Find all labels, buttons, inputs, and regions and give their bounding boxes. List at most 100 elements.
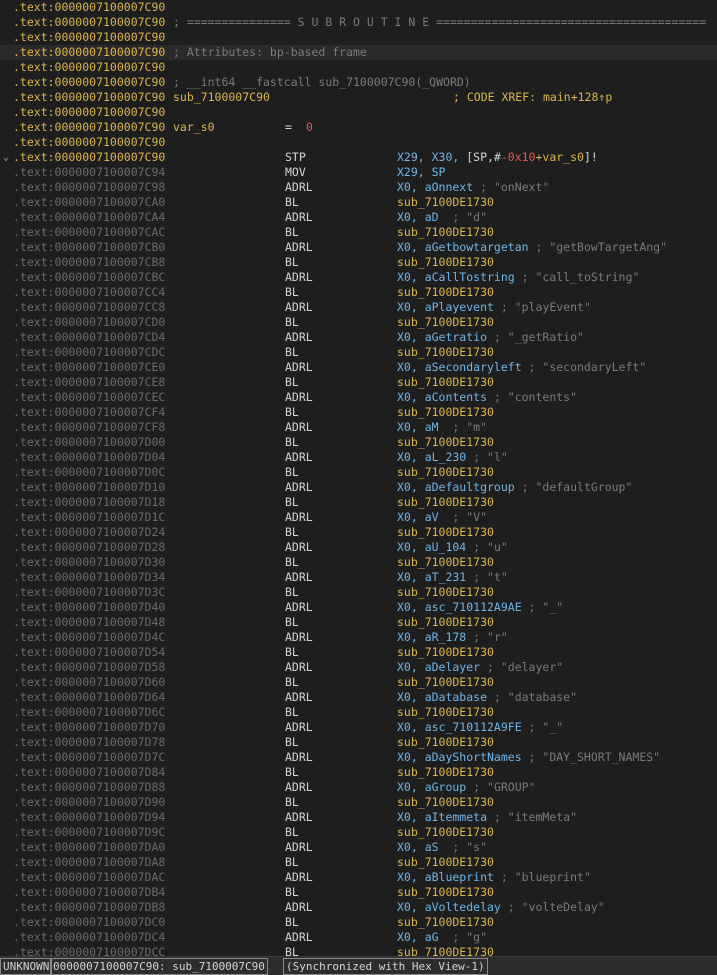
- code-xref[interactable]: ; CODE XREF: main+128↑p: [453, 90, 612, 105]
- listing-line[interactable]: .text:0000007100007DA0 ADRL X0, aS ; "s": [0, 840, 717, 855]
- call-target[interactable]: sub_7100DE1730: [397, 525, 494, 539]
- listing-line[interactable]: .text:0000007100007C90 ; __int64 __fastc…: [0, 75, 717, 90]
- listing-line[interactable]: .text:0000007100007DC0 BL sub_7100DE1730: [0, 915, 717, 930]
- listing-line[interactable]: .text:0000007100007DC4 ADRL X0, aG ; "g": [0, 930, 717, 945]
- call-target[interactable]: sub_7100DE1730: [397, 555, 494, 569]
- listing-line[interactable]: .text:0000007100007CA4 ADRL X0, aD ; "d": [0, 210, 717, 225]
- call-target[interactable]: sub_7100DE1730: [397, 705, 494, 719]
- stack-var-name[interactable]: var_s0: [173, 120, 215, 135]
- listing-line[interactable]: .text:0000007100007CD0 BL sub_7100DE1730: [0, 315, 717, 330]
- listing-line[interactable]: .text:0000007100007CE0 ADRL X0, aSecondary…: [0, 360, 717, 375]
- operand-register[interactable]: X0, aS: [397, 840, 439, 854]
- call-target[interactable]: sub_7100DE1730: [397, 735, 494, 749]
- operand-register[interactable]: X0, aGroup: [397, 780, 466, 794]
- listing-line[interactable]: .text:0000007100007D64 ADRL X0, aDatabase …: [0, 690, 717, 705]
- listing-line[interactable]: .text:0000007100007CC8 ADRL X0, aPlayevent…: [0, 300, 717, 315]
- listing-line[interactable]: ⌄ .text:0000007100007C90 STP X29, X30, […: [0, 150, 717, 165]
- listing-line[interactable]: .text:0000007100007D4C ADRL X0, aR_178 ; "…: [0, 630, 717, 645]
- listing-line[interactable]: .text:0000007100007C90: [0, 0, 717, 15]
- listing-line[interactable]: .text:0000007100007DB8 ADRL X0, aVoltedela…: [0, 900, 717, 915]
- listing-line[interactable]: .text:0000007100007D88 ADRL X0, aGroup ; "…: [0, 780, 717, 795]
- listing-line[interactable]: .text:0000007100007CF4 BL sub_7100DE1730: [0, 405, 717, 420]
- listing-line[interactable]: .text:0000007100007D28 ADRL X0, aU_104 ; "…: [0, 540, 717, 555]
- listing-line[interactable]: .text:0000007100007DA8 BL sub_7100DE1730: [0, 855, 717, 870]
- listing-line[interactable]: .text:0000007100007C90: [0, 135, 717, 150]
- operand-register[interactable]: X0, aContents: [397, 390, 487, 404]
- listing-line[interactable]: .text:0000007100007C94 MOV X29, SP: [0, 165, 717, 180]
- listing-line[interactable]: .text:0000007100007CD4 ADRL X0, aGetratio …: [0, 330, 717, 345]
- call-target[interactable]: sub_7100DE1730: [397, 885, 494, 899]
- call-target[interactable]: sub_7100DE1730: [397, 675, 494, 689]
- listing-line[interactable]: .text:0000007100007C98 ADRL X0, aOnnext ; …: [0, 180, 717, 195]
- listing-line[interactable]: .text:0000007100007D18 BL sub_7100DE1730: [0, 495, 717, 510]
- call-target[interactable]: sub_7100DE1730: [397, 195, 494, 209]
- listing-line[interactable]: .text:0000007100007D30 BL sub_7100DE1730: [0, 555, 717, 570]
- listing-line[interactable]: .text:0000007100007D0C BL sub_7100DE1730: [0, 465, 717, 480]
- operand-register[interactable]: X0, aU_104: [397, 540, 466, 554]
- call-target[interactable]: sub_7100DE1730: [397, 375, 494, 389]
- operand-register[interactable]: X0, aM: [397, 420, 439, 434]
- listing-line[interactable]: .text:0000007100007C90: [0, 105, 717, 120]
- listing-line[interactable]: .text:0000007100007CAC BL sub_7100DE1730: [0, 225, 717, 240]
- call-target[interactable]: sub_7100DE1730: [397, 465, 494, 479]
- operand-register[interactable]: X0, aR_178: [397, 630, 466, 644]
- listing-line[interactable]: .text:0000007100007CA0 BL sub_7100DE1730: [0, 195, 717, 210]
- listing-line[interactable]: .text:0000007100007D40 ADRL X0, asc_710112…: [0, 600, 717, 615]
- operand-register[interactable]: X0, aL_230: [397, 450, 466, 464]
- listing-line[interactable]: .text:0000007100007CB0 ADRL X0, aGetbowtar…: [0, 240, 717, 255]
- listing-line[interactable]: .text:0000007100007C90 ; ===============…: [0, 15, 717, 30]
- listing-line[interactable]: .text:0000007100007CEC ADRL X0, aContents …: [0, 390, 717, 405]
- operand-register[interactable]: X0, aDayShortNames: [397, 750, 522, 764]
- call-target[interactable]: sub_7100DE1730: [397, 945, 494, 956]
- listing-line[interactable]: .text:0000007100007CDC BL sub_7100DE1730: [0, 345, 717, 360]
- listing-line[interactable]: .text:0000007100007D10 ADRL X0, aDefaultgr…: [0, 480, 717, 495]
- operand-register[interactable]: X0, aDelayer: [397, 660, 480, 674]
- call-target[interactable]: sub_7100DE1730: [397, 645, 494, 659]
- operand-var[interactable]: +var_s0: [536, 150, 584, 164]
- operand-register[interactable]: X0, asc_710112A9AE: [397, 600, 522, 614]
- disassembly-listing[interactable]: .text:0000007100007C90 .text:00000071000…: [0, 0, 717, 956]
- call-target[interactable]: sub_7100DE1730: [397, 255, 494, 269]
- listing-line[interactable]: .text:0000007100007D1C ADRL X0, aV ; "V": [0, 510, 717, 525]
- call-target[interactable]: sub_7100DE1730: [397, 405, 494, 419]
- listing-line[interactable]: .text:0000007100007D90 BL sub_7100DE1730: [0, 795, 717, 810]
- listing-line[interactable]: .text:0000007100007CF8 ADRL X0, aM ; "m": [0, 420, 717, 435]
- operand-register[interactable]: X0, asc_710112A9FE: [397, 720, 522, 734]
- listing-line[interactable]: .text:0000007100007D54 BL sub_7100DE1730: [0, 645, 717, 660]
- listing-line[interactable]: .text:0000007100007DB4 BL sub_7100DE1730: [0, 885, 717, 900]
- call-target[interactable]: sub_7100DE1730: [397, 825, 494, 839]
- call-target[interactable]: sub_7100DE1730: [397, 585, 494, 599]
- listing-line[interactable]: .text:0000007100007D70 ADRL X0, asc_710112…: [0, 720, 717, 735]
- call-target[interactable]: sub_7100DE1730: [397, 435, 494, 449]
- chevron-down-icon[interactable]: ⌄: [0, 150, 12, 165]
- call-target[interactable]: sub_7100DE1730: [397, 615, 494, 629]
- listing-line[interactable]: .text:0000007100007CE8 BL sub_7100DE1730: [0, 375, 717, 390]
- operand-register[interactable]: X0, aCallTostring: [397, 270, 515, 284]
- listing-line[interactable]: .text:0000007100007D48 BL sub_7100DE1730: [0, 615, 717, 630]
- listing-line[interactable]: .text:0000007100007D6C BL sub_7100DE1730: [0, 705, 717, 720]
- listing-line[interactable]: .text:0000007100007D04 ADRL X0, aL_230 ; "…: [0, 450, 717, 465]
- listing-line[interactable]: .text:0000007100007D34 ADRL X0, aT_231 ; "…: [0, 570, 717, 585]
- operand-register[interactable]: X0, aD: [397, 210, 439, 224]
- listing-line[interactable]: .text:0000007100007D78 BL sub_7100DE1730: [0, 735, 717, 750]
- listing-line[interactable]: .text:0000007100007C90 sub_7100007C90 ; …: [0, 90, 717, 105]
- listing-line[interactable]: .text:0000007100007D58 ADRL X0, aDelayer ;…: [0, 660, 717, 675]
- listing-line[interactable]: .text:0000007100007C90: [0, 60, 717, 75]
- listing-line[interactable]: .text:0000007100007CC4 BL sub_7100DE1730: [0, 285, 717, 300]
- listing-line[interactable]: .text:0000007100007C90 var_s0 = 0: [0, 120, 717, 135]
- call-target[interactable]: sub_7100DE1730: [397, 315, 494, 329]
- operand-register[interactable]: X0, aDefaultgroup: [397, 480, 515, 494]
- operand-register[interactable]: X0, aPlayevent: [397, 300, 494, 314]
- operand-register[interactable]: X29, SP: [397, 165, 445, 179]
- procedure-name[interactable]: sub_7100007C90: [173, 90, 270, 105]
- call-target[interactable]: sub_7100DE1730: [397, 915, 494, 929]
- listing-line[interactable]: .text:0000007100007DCC BL sub_7100DE1730: [0, 945, 717, 956]
- listing-line[interactable]: .text:0000007100007D84 BL sub_7100DE1730: [0, 765, 717, 780]
- listing-line[interactable]: .text:0000007100007CB8 BL sub_7100DE1730: [0, 255, 717, 270]
- operand-register[interactable]: X0, aGetratio: [397, 330, 487, 344]
- listing-line[interactable]: .text:0000007100007D24 BL sub_7100DE1730: [0, 525, 717, 540]
- call-target[interactable]: sub_7100DE1730: [397, 795, 494, 809]
- listing-line[interactable]: .text:0000007100007D9C BL sub_7100DE1730: [0, 825, 717, 840]
- listing-line[interactable]: .text:0000007100007D00 BL sub_7100DE1730: [0, 435, 717, 450]
- operand-register[interactable]: X0, aSecondaryleft: [397, 360, 522, 374]
